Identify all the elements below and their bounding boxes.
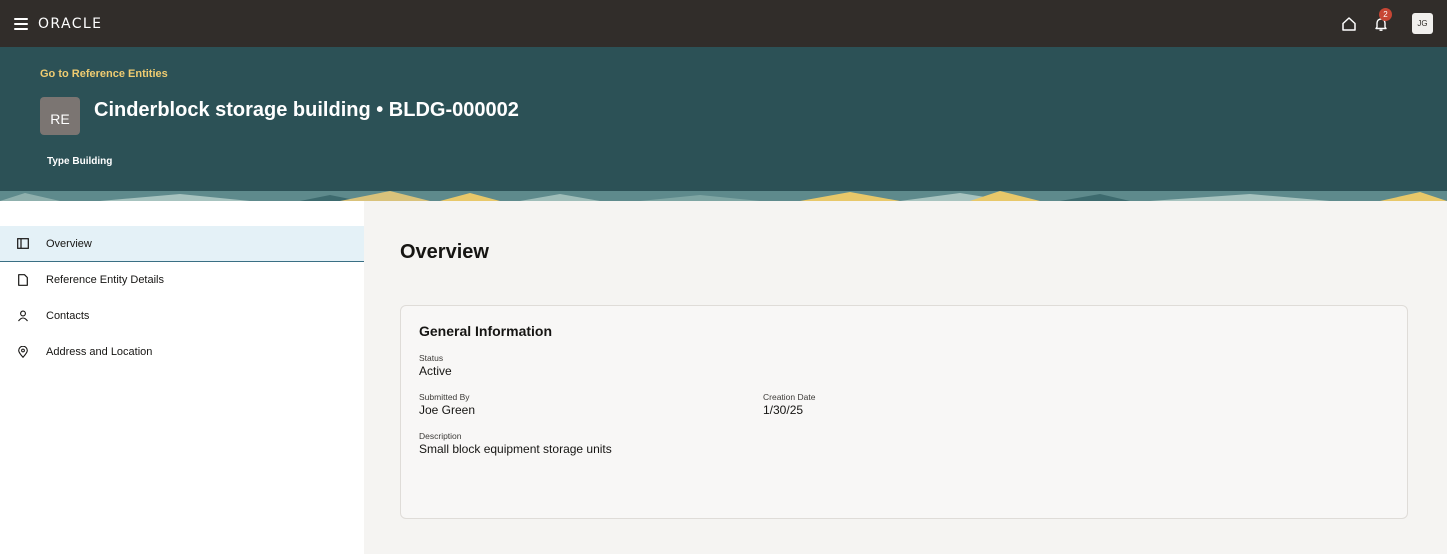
main-content: Overview General Information Status Acti… [364, 201, 1447, 554]
location-pin-icon [17, 346, 29, 358]
submitted-by-field: Submitted By Joe Green [419, 392, 475, 417]
type-value: Building [72, 156, 113, 167]
user-avatar[interactable]: JG [1412, 13, 1433, 34]
nav-item-overview[interactable]: Overview [0, 226, 364, 262]
notifications-bell-icon[interactable]: 2 [1372, 7, 1392, 33]
description-label: Description [419, 431, 462, 441]
nav-item-address-and-location[interactable]: Address and Location [0, 334, 364, 370]
card-title: General Information [419, 323, 553, 339]
go-to-reference-entities-link[interactable]: Go to Reference Entities [40, 68, 168, 80]
creation-date-label: Creation Date [763, 392, 816, 402]
section-title: Overview [400, 241, 489, 263]
nav-item-reference-entity-details[interactable]: Reference Entity Details [0, 262, 364, 298]
document-icon [17, 274, 29, 286]
status-value: Active [419, 364, 452, 378]
page-header: Go to Reference Entities RE Cinderblock … [0, 47, 1447, 201]
status-field: Status Active [419, 353, 452, 378]
notification-count-badge: 2 [1379, 7, 1392, 21]
nav-item-label: Overview [46, 237, 92, 250]
top-bar: ORACLE 2 JG [0, 0, 1447, 47]
description-value: Small block equipment storage units [419, 442, 612, 456]
creation-date-field: Creation Date 1/30/25 [763, 392, 815, 417]
general-information-card: General Information Status Active Submit… [400, 305, 1408, 519]
person-icon [17, 310, 29, 322]
nav-item-contacts[interactable]: Contacts [0, 298, 364, 334]
panel-icon [17, 238, 29, 250]
entity-avatar: RE [40, 97, 80, 135]
nav-item-label: Address and Location [46, 346, 153, 358]
status-label: Status [419, 353, 444, 363]
entity-type: Type Building [47, 156, 112, 167]
decorative-header-pattern [0, 191, 1447, 201]
home-icon[interactable] [1340, 15, 1358, 33]
submitted-by-label: Submitted By [419, 392, 470, 402]
oracle-logo[interactable]: ORACLE [38, 16, 102, 32]
type-label: Type [47, 156, 70, 167]
creation-date-value: 1/30/25 [763, 403, 804, 417]
submitted-by-value: Joe Green [419, 403, 476, 417]
top-bar-actions: 2 JG [1340, 7, 1433, 34]
page-title: Cinderblock storage building • BLDG-0000… [94, 99, 519, 121]
description-field: Description Small block equipment storag… [419, 431, 612, 456]
hamburger-menu-icon[interactable] [14, 17, 28, 30]
nav-item-label: Reference Entity Details [46, 274, 164, 286]
side-navigation: Overview Reference Entity Details Contac… [0, 226, 364, 370]
nav-item-label: Contacts [46, 310, 90, 322]
